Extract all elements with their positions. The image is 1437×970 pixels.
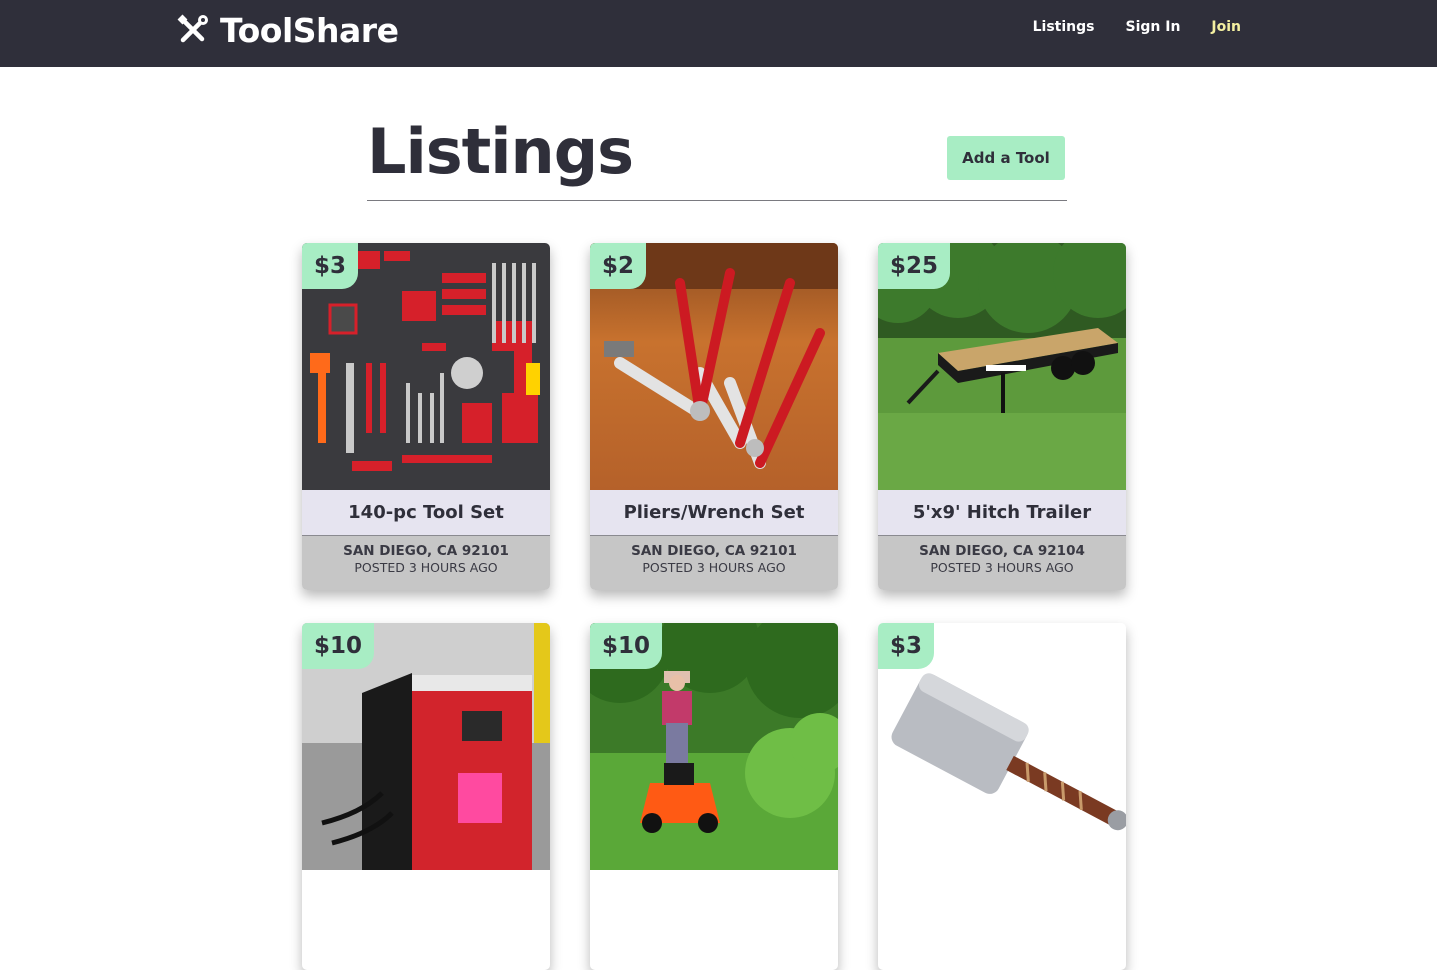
listing-card[interactable]: $2 Pliers/Wrench Set SAN DIEGO, CA 92101… [590,243,838,590]
listing-posted-time: POSTED 3 HOURS AGO [930,560,1074,575]
price-badge: $2 [590,243,647,289]
listing-card[interactable]: $10 [302,623,550,970]
listing-meta: SAN DIEGO, CA 92101 POSTED 3 HOURS AGO [590,536,838,590]
brand-name: ToolShare [220,10,399,50]
listing-posted-time: POSTED 3 HOURS AGO [354,560,498,575]
listing-title: 140-pc Tool Set [302,490,550,536]
navbar: ToolShare Listings Sign In Join [0,0,1437,67]
page-title: Listings [367,115,634,188]
listing-posted-time: POSTED 3 HOURS AGO [642,560,786,575]
listing-card[interactable]: $10 [590,623,838,970]
listing-meta: SAN DIEGO, CA 92101 POSTED 3 HOURS AGO [302,536,550,590]
crossed-tools-icon [177,14,208,43]
add-tool-button[interactable]: Add a Tool [947,136,1065,180]
listing-location: SAN DIEGO, CA 92101 [343,543,509,559]
listing-card[interactable]: $3 [878,623,1126,970]
price-badge: $10 [302,623,375,669]
price-badge: $3 [302,243,359,289]
page-header: Listings Add a Tool [367,108,1067,201]
listing-title: Pliers/Wrench Set [590,490,838,536]
nav-link-join[interactable]: Join [1211,18,1241,36]
price-badge: $3 [878,623,935,669]
nav-link-sign-in[interactable]: Sign In [1125,18,1180,36]
price-badge: $25 [878,243,951,289]
listing-meta: SAN DIEGO, CA 92104 POSTED 3 HOURS AGO [878,536,1126,590]
listing-title: 5'x9' Hitch Trailer [878,490,1126,536]
listing-location: SAN DIEGO, CA 92101 [631,543,797,559]
listing-location: SAN DIEGO, CA 92104 [919,543,1085,559]
brand-logo[interactable]: ToolShare [176,10,399,50]
listing-card[interactable]: $3 140-pc Tool Set SAN DIEGO, CA 92101 P… [302,243,550,590]
price-badge: $10 [590,623,663,669]
listing-card[interactable]: $25 5'x9' Hitch Trailer SAN DIEGO, CA 92… [878,243,1126,590]
nav-link-listings[interactable]: Listings [1033,18,1095,36]
nav-links: Listings Sign In Join [1002,18,1241,36]
